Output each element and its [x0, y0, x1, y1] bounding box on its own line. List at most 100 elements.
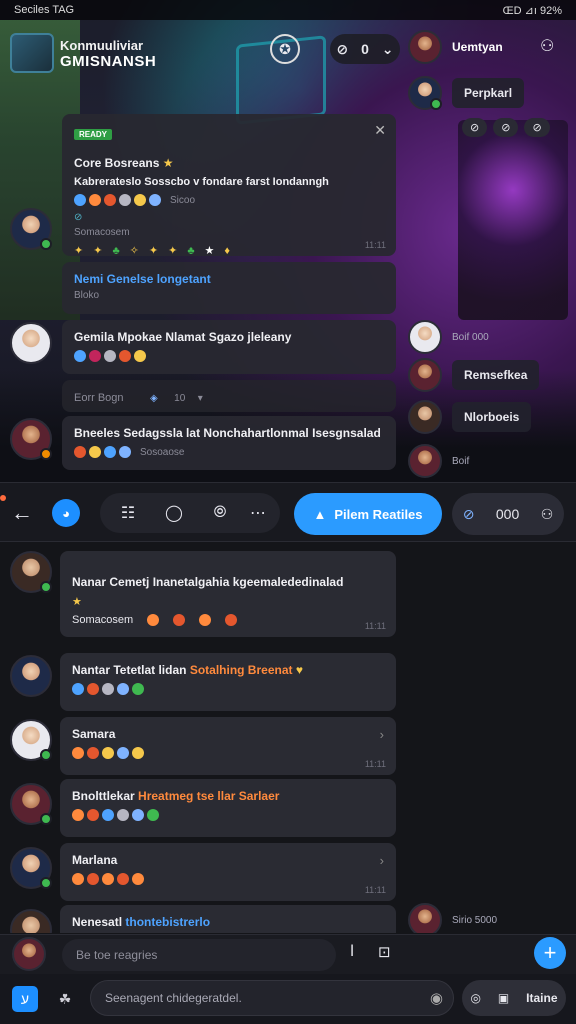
online-name: Remsefkea: [452, 360, 540, 390]
avatar[interactable]: [10, 847, 52, 889]
status-right-text: ŒD ⊿ı 92%: [502, 4, 562, 17]
side-user[interactable]: Sirio 5000: [408, 903, 497, 933]
reaction-row[interactable]: Somacosem: [72, 614, 384, 626]
chevron-right-icon[interactable]: ›: [380, 727, 384, 742]
reply-placeholder: Be toe reagries: [76, 948, 158, 962]
sidebar-online-item[interactable]: Nlorboeis: [408, 400, 532, 434]
video-icon: ▣: [497, 991, 510, 1005]
games-icon[interactable]: ☘: [52, 986, 78, 1012]
top-user[interactable]: Uemtyan: [408, 30, 503, 64]
game-title-line2: GMISNANSH: [60, 53, 157, 70]
message-title: Nenesatl thontebistrerlo: [72, 915, 211, 929]
message-meta: Somacosem: [72, 614, 134, 626]
chat-bubble-icon[interactable]: ◕: [52, 499, 80, 527]
reaction-row[interactable]: Sosoaose: [74, 446, 384, 458]
message-title: Nanar Cemetj Inanetalgahia kgeemalededin…: [72, 575, 344, 589]
list-item[interactable]: Nenesatl thontebistrerlo: [60, 905, 396, 933]
sidebar-online-item[interactable]: Remsefkea: [408, 358, 540, 392]
reaction-row[interactable]: [72, 873, 384, 885]
timestamp: 11:11: [364, 621, 386, 631]
featured-message-card[interactable]: READY ✕ Core Bosreans ★ Kabrerateslo Sos…: [62, 114, 396, 257]
card-title: Core Bosreans ★: [74, 156, 174, 170]
reaction-row[interactable]: [72, 747, 384, 759]
avatar: [408, 320, 442, 354]
count-icon: ◈: [149, 393, 158, 404]
reaction-row[interactable]: [72, 809, 384, 821]
reaction-row[interactable]: Sicoo: [74, 194, 384, 206]
guild-emblem-icon[interactable]: ✪: [270, 34, 300, 64]
online-dot: [40, 581, 52, 593]
list-item[interactable]: Nantar Tetetlat lidan Sotalhing Breenat …: [60, 653, 396, 711]
list-item[interactable]: Marlana › 11:11: [60, 843, 396, 901]
message-title: Nantar Tetetlat lidan Sotalhing Breenat …: [72, 663, 303, 677]
toolbar-action-group: ☷ ◯ ⦾ ⋯: [100, 493, 280, 533]
avatar[interactable]: [10, 418, 52, 460]
chevron-down-icon[interactable]: ▾: [198, 393, 203, 404]
emoji-icon[interactable]: ◉: [430, 989, 443, 1007]
status-left-text: Seciles TAG: [14, 4, 75, 16]
primary-action-label: Pilem Reatiles: [334, 506, 423, 522]
media-icon[interactable]: ☷: [114, 499, 142, 527]
list-item[interactable]: Nanar Cemetj Inanetalgahia kgeemalededin…: [60, 551, 396, 637]
reaction-row[interactable]: [74, 350, 384, 362]
message-composer: ע ☘ Seenagent chidegeratdel. ◉ ◎ ▣ Itain…: [0, 974, 576, 1024]
reply-bar: Be toe reagries ǀ ⊡ +: [0, 934, 576, 974]
card-title: Bneeles Sedagssla lat Nonchahartlonmal I…: [74, 426, 381, 440]
send-button[interactable]: ◎ ▣ Itaine: [462, 980, 566, 1016]
hero-message-card[interactable]: Nemi Genelse longetant Bloko: [62, 262, 396, 314]
avatar[interactable]: [10, 322, 52, 364]
mini-pill[interactable]: ⊘: [524, 118, 550, 137]
sidebar-online-item[interactable]: Boif: [408, 444, 469, 478]
avatar[interactable]: [10, 655, 52, 697]
camera-icon[interactable]: ⊡: [378, 943, 391, 961]
avatar[interactable]: [10, 551, 52, 593]
game-title: Konmuuliviar GMISNANSH: [60, 38, 156, 70]
online-name: Boif 000: [452, 331, 489, 343]
secondary-action-button[interactable]: ⊘ 000 ⚇: [452, 493, 564, 535]
avatar[interactable]: [10, 719, 52, 761]
add-button[interactable]: +: [534, 937, 566, 969]
sidebar-online-item[interactable]: Boif 000: [408, 320, 489, 354]
reaction-counter[interactable]: ⊘ 0 ⌄: [330, 34, 400, 64]
card-title: Nemi Genelse longetant: [74, 272, 384, 286]
game-logo[interactable]: [10, 33, 54, 73]
chevron-right-icon[interactable]: ›: [380, 853, 384, 868]
friends-icon: ⚇: [540, 505, 554, 522]
shield-icon[interactable]: ◯: [160, 499, 188, 527]
avatar: [408, 358, 442, 392]
reply-icon[interactable]: ⦾: [206, 499, 234, 527]
list-item[interactable]: Bnolttlekar Hreatmeg tse llar Sarlaer: [60, 779, 396, 837]
link-icon: ◎: [470, 991, 481, 1005]
reaction-count: 0: [361, 41, 369, 57]
avatar[interactable]: [10, 783, 52, 825]
online-dot: [40, 813, 52, 825]
reply-input[interactable]: Be toe reagries: [62, 939, 336, 971]
top-user-status[interactable]: Perpkarl: [408, 76, 525, 110]
reaction-row[interactable]: [72, 683, 384, 695]
hero-message-card[interactable]: Eorr Bogn ◈ 10 ▾: [62, 380, 396, 412]
hero-message-card[interactable]: Gemila Mpokae Nlamat Sgazo jleleany: [62, 320, 396, 374]
message-title: Marlana: [72, 853, 118, 867]
mini-pill[interactable]: ⊘: [493, 118, 519, 137]
avatar[interactable]: [10, 208, 52, 250]
avatar[interactable]: [12, 937, 46, 971]
avatar[interactable]: [10, 909, 52, 933]
message-title: Bnolttlekar Hreatmeg tse llar Sarlaer: [72, 789, 280, 803]
message-placeholder: Seenagent chidegeratdel.: [105, 991, 242, 1005]
primary-action-button[interactable]: ▲ Pilem Reatiles: [294, 493, 442, 535]
timestamp: 11:11: [364, 240, 386, 250]
close-icon[interactable]: ✕: [374, 122, 386, 139]
message-list[interactable]: Nanar Cemetj Inanetalgahia kgeemalededin…: [0, 543, 576, 933]
hero-message-card[interactable]: Bneeles Sedagssla lat Nonchahartlonmal I…: [62, 416, 396, 470]
list-item[interactable]: Samara › 11:11: [60, 717, 396, 775]
more-icon[interactable]: ⋯: [244, 499, 272, 527]
add-friend-icon[interactable]: ⚇: [540, 36, 554, 56]
text-cursor-icon[interactable]: ǀ: [350, 943, 354, 961]
app-shortcut-icon[interactable]: ע: [12, 986, 38, 1012]
card-subtitle: Kabrerateslo Sosscbo v fondare farst Ion…: [74, 176, 329, 188]
system-status-bar: Seciles TAG ŒD ⊿ı 92%: [0, 0, 576, 20]
message-input[interactable]: Seenagent chidegeratdel. ◉: [90, 980, 454, 1016]
online-dot: [40, 749, 52, 761]
back-arrow-icon[interactable]: ←: [8, 499, 36, 527]
mini-pill[interactable]: ⊘: [462, 118, 488, 137]
